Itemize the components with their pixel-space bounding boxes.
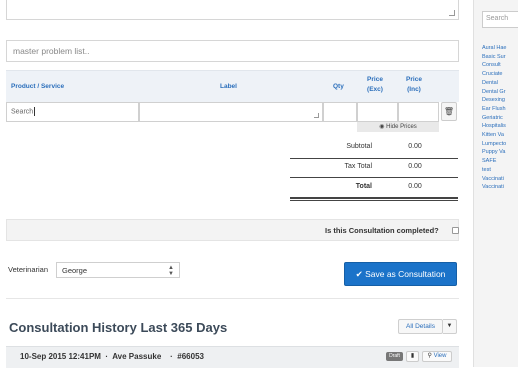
total-value: 0.00 (408, 183, 422, 190)
sidebar-template-item[interactable]: SAFE (482, 158, 496, 164)
sidebar-template-item[interactable]: Lumpecto (482, 141, 506, 147)
history-row-number: #66053 (177, 352, 204, 361)
sidebar-template-item[interactable]: Kitten Va (482, 132, 504, 138)
search-icon: ⚲ (427, 353, 432, 359)
resize-grip-icon[interactable] (314, 113, 319, 118)
template-sidebar: Search Aural Hae Basic Sur Consult Cruciate… (473, 0, 518, 367)
product-search-value: Search (11, 108, 34, 116)
totals-double-divider (290, 197, 458, 199)
view-button-label: View (433, 353, 447, 359)
text-cursor-icon (34, 107, 36, 116)
check-icon: ✔ (355, 269, 363, 279)
subtotal-label: Subtotal (346, 143, 372, 150)
save-button-label: Save as Consultation (365, 269, 446, 279)
history-row[interactable]: 10-Sep 2015 12:41PM · Ave Passuke · #660… (6, 346, 459, 368)
header-price-inc: Price (Inc) (401, 76, 427, 93)
resize-grip-icon[interactable] (449, 10, 455, 16)
sidebar-template-item[interactable]: Geriatric (482, 115, 503, 121)
sidebar-template-item[interactable]: Ear Flush (482, 106, 506, 112)
save-as-consultation-button[interactable]: ✔ Save as Consultation (344, 262, 457, 286)
product-search-input[interactable]: Search (6, 102, 139, 122)
history-view-button[interactable]: ⚲ View (422, 351, 452, 362)
sidebar-template-item[interactable]: Desexing (482, 97, 505, 103)
history-row-date: 10-Sep 2015 12:41PM (20, 352, 101, 361)
eye-slash-icon: ◉ (379, 124, 385, 130)
tax-total-value: 0.00 (408, 163, 422, 170)
price-exc-input[interactable] (357, 102, 398, 122)
header-price-inc-line1: Price (406, 76, 422, 83)
hide-prices-button[interactable]: ◉ Hide Prices (357, 122, 439, 132)
sidebar-search-input[interactable]: Search (482, 11, 518, 28)
sidebar-template-item[interactable]: Dental (482, 80, 498, 86)
all-details-button[interactable]: All Details (398, 319, 443, 334)
header-qty: Qty (333, 83, 344, 90)
sidebar-template-item[interactable]: Hospitalis (482, 123, 506, 129)
header-price-exc: Price (Exc) (362, 76, 388, 93)
sidebar-template-item[interactable]: Basic Sur (482, 54, 506, 60)
draft-badge: Draft (386, 352, 403, 361)
total-label: Total (355, 183, 372, 190)
trash-icon: ▮ (410, 353, 415, 359)
sidebar-template-item[interactable]: Vaccinati (482, 184, 504, 190)
price-inc-input[interactable] (398, 102, 439, 122)
header-price-exc-line1: Price (367, 76, 383, 83)
veterinarian-selected-value: George (62, 266, 88, 275)
notes-textarea[interactable] (6, 0, 459, 20)
veterinarian-select[interactable]: George ▲ ▼ (56, 262, 180, 278)
sidebar-template-item[interactable]: Aural Hae (482, 45, 506, 51)
history-row-text: 10-Sep 2015 12:41PM · Ave Passuke · #660… (20, 352, 204, 361)
header-product: Product / Service (11, 83, 65, 90)
header-price-inc-line2: (Inc) (407, 86, 421, 93)
totals-divider (290, 177, 458, 178)
sidebar-template-item[interactable]: test (482, 167, 491, 173)
completion-question: Is this Consultation completed? (325, 226, 439, 235)
problem-list-input[interactable]: master problem list.. (6, 40, 459, 62)
select-arrows-icon: ▲ ▼ (168, 265, 174, 277)
label-input[interactable] (139, 102, 323, 122)
history-title: Consultation History Last 365 Days (9, 320, 228, 335)
totals-divider (290, 158, 458, 159)
consultation-form: master problem list.. Product / Service … (0, 0, 467, 368)
sidebar-template-item[interactable]: Vaccinati (482, 176, 504, 182)
section-divider (6, 298, 459, 299)
sidebar-template-item[interactable]: Dental Gr (482, 89, 506, 95)
tax-total-label: Tax Total (344, 163, 373, 170)
completed-checkbox[interactable] (452, 227, 459, 234)
completion-bar: Is this Consultation completed? (6, 219, 459, 241)
history-delete-button[interactable]: ▮ (406, 351, 419, 362)
sidebar-template-item[interactable]: Puppy Va (482, 149, 505, 155)
header-label: Label (220, 83, 237, 90)
veterinarian-label: Veterinarian (8, 265, 49, 274)
sidebar-template-item[interactable]: Consult (482, 62, 501, 68)
sidebar-template-item[interactable]: Cruciate (482, 71, 502, 77)
subtotal-value: 0.00 (408, 143, 422, 150)
hide-prices-label: Hide Prices (386, 124, 417, 130)
qty-input[interactable] (323, 102, 357, 122)
trash-icon: 🗑 (443, 107, 455, 116)
delete-row-button[interactable]: 🗑 (441, 102, 457, 121)
caret-down-icon: ▼ (446, 323, 453, 329)
all-details-dropdown-button[interactable]: ▼ (443, 319, 457, 334)
totals-double-divider (290, 200, 458, 201)
history-row-name: Ave Passuke (112, 352, 162, 361)
product-table-header: Product / Service Label Qty Price (Exc) … (6, 70, 459, 102)
header-price-exc-line2: (Exc) (367, 86, 383, 93)
